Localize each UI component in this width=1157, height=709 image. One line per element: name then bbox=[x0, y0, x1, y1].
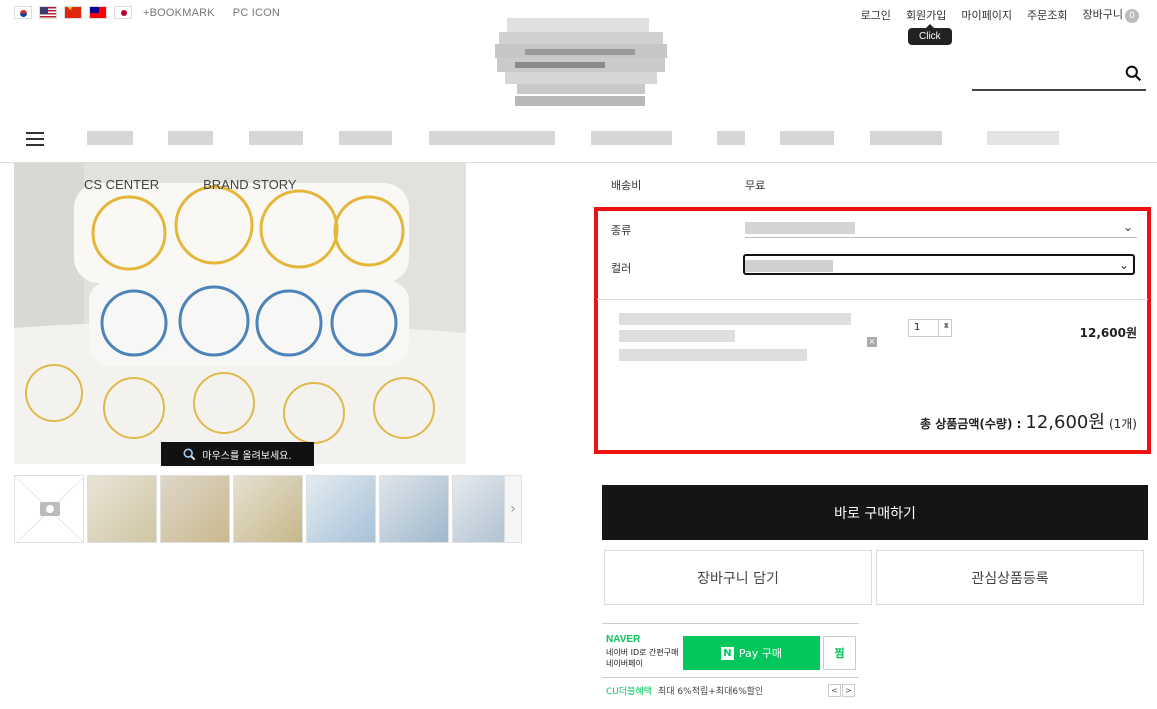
thumbnail[interactable] bbox=[379, 475, 449, 543]
search-input[interactable] bbox=[972, 60, 1112, 88]
join-tooltip: Click bbox=[908, 24, 952, 45]
quantity-stepper[interactable]: 1 ▲ ▼ bbox=[908, 319, 952, 337]
thumbnail-next-icon[interactable]: › bbox=[504, 475, 522, 543]
mypage-link[interactable]: 마이페이지 bbox=[961, 7, 1012, 23]
cart-link-label: 장바구니 bbox=[1082, 8, 1123, 21]
naver-benefit-nav: < > bbox=[828, 684, 855, 697]
category-item[interactable] bbox=[249, 131, 303, 145]
total-count: (1개) bbox=[1108, 417, 1137, 431]
quantity-down-icon[interactable]: ▼ bbox=[944, 322, 949, 329]
wishlist-button[interactable]: 관심상품등록 bbox=[876, 550, 1144, 605]
thumbnail[interactable] bbox=[233, 475, 303, 543]
category-item[interactable] bbox=[429, 131, 555, 145]
chevron-down-icon: ⌄ bbox=[1118, 258, 1129, 272]
flag-usa-icon[interactable] bbox=[39, 6, 57, 19]
buy-now-button[interactable]: 바로 구매하기 bbox=[602, 485, 1148, 540]
naver-sub-text: 네이버 ID로 간편구매 네이버페이 bbox=[606, 648, 679, 668]
thumbnail[interactable] bbox=[87, 475, 157, 543]
category-item[interactable] bbox=[168, 131, 213, 145]
thumbnail[interactable] bbox=[306, 475, 376, 543]
flag-korea-icon[interactable] bbox=[14, 6, 32, 19]
product-main-image[interactable] bbox=[14, 163, 466, 464]
join-link[interactable]: 회원가입 bbox=[906, 7, 946, 23]
language-flags bbox=[14, 6, 132, 19]
add-to-cart-button[interactable]: 장바구니 담기 bbox=[604, 550, 872, 605]
thumbnail-placeholder[interactable] bbox=[14, 475, 84, 543]
total-label: 총 상품금액(수량) : bbox=[920, 417, 1022, 431]
cart-link[interactable]: 장바구니 0 bbox=[1083, 6, 1139, 23]
category-item[interactable] bbox=[339, 131, 392, 145]
image-overlay-links: CS CENTER BRAND STORY bbox=[84, 177, 297, 192]
naver-benefit-text: 최대 6%적립+최대6%할인 bbox=[658, 687, 764, 697]
flag-japan-icon[interactable] bbox=[114, 6, 132, 19]
naver-brand: NAVER bbox=[606, 634, 641, 645]
camera-icon bbox=[15, 476, 83, 542]
order-lookup-link[interactable]: 주문조회 bbox=[1027, 7, 1067, 23]
utility-links: +BOOKMARK PC ICON bbox=[143, 7, 280, 19]
chevron-left-icon[interactable]: < bbox=[828, 684, 841, 697]
menu-hamburger-icon[interactable] bbox=[26, 132, 44, 146]
remove-item-icon[interactable]: × bbox=[867, 337, 877, 347]
category-item[interactable] bbox=[717, 131, 745, 145]
zoom-hint: 마우스를 올려보세요. bbox=[161, 442, 314, 466]
flag-taiwan-icon[interactable] bbox=[89, 6, 107, 19]
selected-item-name bbox=[619, 313, 851, 325]
selected-item-name bbox=[619, 330, 735, 342]
line-price: 12,600원 bbox=[1079, 326, 1137, 340]
search-bar bbox=[972, 60, 1146, 91]
brand-logo[interactable] bbox=[495, 18, 667, 110]
category-item[interactable] bbox=[591, 131, 672, 145]
bookmark-link[interactable]: +BOOKMARK bbox=[143, 7, 215, 19]
naver-benefit: CU더블혜택 최대 6%적립+최대6%할인 bbox=[606, 684, 763, 697]
top-nav: 로그인 회원가입 마이페이지 주문조회 장바구니 0 bbox=[861, 6, 1139, 23]
option-type-select[interactable]: ⌄ bbox=[745, 218, 1137, 238]
thumbnail[interactable] bbox=[160, 475, 230, 543]
option-color-select[interactable]: ⌄ bbox=[743, 254, 1135, 275]
option-type-label: 종류 bbox=[611, 224, 632, 237]
total-price: 총 상품금액(수량) : 12,600원 (1개) bbox=[920, 408, 1137, 434]
naver-zzim-button[interactable]: 찜 bbox=[823, 636, 856, 670]
chevron-down-icon: ⌄ bbox=[1122, 220, 1133, 234]
cart-count-badge: 0 bbox=[1125, 9, 1139, 23]
chevron-right-icon[interactable]: > bbox=[842, 684, 855, 697]
category-item[interactable] bbox=[780, 131, 834, 145]
flag-china-icon[interactable] bbox=[64, 6, 82, 19]
category-item[interactable] bbox=[87, 131, 133, 145]
quantity-value: 1 bbox=[914, 322, 921, 333]
naver-pay-widget: NAVER 네이버 ID로 간편구매 네이버페이 N Pay 구매 찜 bbox=[602, 623, 859, 678]
pc-icon-link[interactable]: PC ICON bbox=[233, 7, 280, 19]
naver-benefit-label: CU더블혜택 bbox=[606, 687, 652, 697]
shipping-label: 배송비 bbox=[611, 179, 642, 192]
naver-pay-button[interactable]: N Pay 구매 bbox=[683, 636, 820, 670]
option-color-label: 컬러 bbox=[611, 262, 632, 275]
total-amount: 12,600원 bbox=[1025, 412, 1105, 433]
thumbnail-strip bbox=[14, 475, 522, 543]
shipping-value: 무료 bbox=[745, 179, 766, 192]
selected-item-name bbox=[619, 349, 807, 361]
cs-center-link[interactable]: CS CENTER bbox=[84, 177, 159, 192]
option-divider bbox=[597, 299, 1148, 300]
naver-pay-label: Pay 구매 bbox=[738, 647, 783, 660]
zoom-hint-text: 마우스를 올려보세요. bbox=[202, 450, 292, 462]
brand-story-link[interactable]: BRAND STORY bbox=[203, 177, 296, 192]
search-icon[interactable] bbox=[1125, 65, 1142, 82]
naver-n-icon: N bbox=[720, 646, 734, 660]
magnifier-icon bbox=[183, 447, 196, 460]
login-link[interactable]: 로그인 bbox=[861, 7, 891, 23]
category-item[interactable] bbox=[987, 131, 1059, 145]
category-item[interactable] bbox=[870, 131, 942, 145]
